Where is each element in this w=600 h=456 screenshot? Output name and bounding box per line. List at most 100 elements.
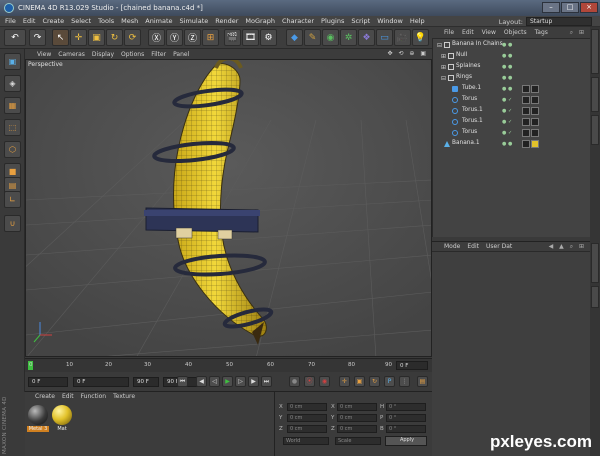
rotation-key-icon[interactable]: ↻ xyxy=(369,376,380,387)
rot-p-field[interactable]: 0 ° xyxy=(386,414,426,422)
menu-edit[interactable]: Edit xyxy=(23,17,36,25)
live-selection-icon[interactable]: ↖ xyxy=(52,29,69,46)
menu-select[interactable]: Select xyxy=(71,17,91,25)
go-to-start-icon[interactable]: ⏮ xyxy=(177,376,188,387)
camera-icon[interactable]: 🎥 xyxy=(394,29,411,46)
tab-content-browser[interactable] xyxy=(591,77,599,112)
axis-mode-icon[interactable]: ∟ xyxy=(4,191,21,208)
object-tags[interactable] xyxy=(522,118,539,126)
object-row[interactable]: Torus.1 ● ✓ xyxy=(433,107,591,116)
next-key-icon[interactable]: ▶ xyxy=(248,376,259,387)
object-row[interactable]: Torus ● ✓ xyxy=(433,129,591,138)
points-mode-icon[interactable]: ⬚ xyxy=(4,119,21,136)
perspective-viewport[interactable]: Perspective xyxy=(25,59,432,357)
object-tags[interactable] xyxy=(522,85,539,93)
model-mode-icon[interactable]: ◈ xyxy=(4,75,21,92)
visibility-dots[interactable]: ● ● xyxy=(502,64,512,70)
preview-min-field[interactable]: 0 F xyxy=(73,377,129,387)
material-tag-icon[interactable] xyxy=(531,118,539,126)
expand-icon[interactable]: ⊞ xyxy=(441,53,447,60)
texture-tag-icon[interactable] xyxy=(522,140,530,148)
preview-max-field[interactable]: 90 F xyxy=(133,377,159,387)
viewport-menu-panel[interactable]: Panel xyxy=(173,51,189,58)
material-mat[interactable]: Mat xyxy=(51,404,73,438)
scale-key-icon[interactable]: ▣ xyxy=(354,376,365,387)
menu-character[interactable]: Character xyxy=(282,17,314,25)
material-menu-texture[interactable]: Texture xyxy=(113,393,135,400)
start-frame-field[interactable]: 0 F xyxy=(28,377,68,387)
viewport-menu-view[interactable]: View xyxy=(37,51,51,58)
make-editable-icon[interactable]: ▣ xyxy=(4,53,21,70)
visibility-dots[interactable]: ● ✓ xyxy=(502,108,512,114)
record-icon[interactable]: ● xyxy=(289,376,300,387)
material-tag-icon[interactable] xyxy=(531,96,539,104)
undo-icon[interactable]: ↶ xyxy=(4,29,26,46)
parameter-key-icon[interactable]: P xyxy=(384,376,395,387)
visibility-dots[interactable]: ● ✓ xyxy=(502,97,512,103)
render-picture-viewer-icon[interactable]: 🎞 xyxy=(242,29,259,46)
position-key-icon[interactable]: ✛ xyxy=(339,376,350,387)
texture-tag-icon[interactable] xyxy=(522,118,530,126)
pos-x-field[interactable]: 0 cm xyxy=(287,403,327,411)
om-menu-view[interactable]: View xyxy=(482,29,496,36)
close-button[interactable]: × xyxy=(580,2,598,13)
timeline-ruler[interactable]: 0 10 20 30 40 50 60 70 80 90 0 F xyxy=(25,358,432,372)
visibility-dots[interactable]: ● ● xyxy=(502,141,512,147)
visibility-dots[interactable]: ● ● xyxy=(502,53,512,59)
scale-icon[interactable]: ▣ xyxy=(88,29,105,46)
cube-primitive-icon[interactable]: ◆ xyxy=(286,29,303,46)
am-menu-edit[interactable]: Edit xyxy=(467,243,479,250)
om-menu-edit[interactable]: Edit xyxy=(462,29,474,36)
menu-window[interactable]: Window xyxy=(377,17,403,25)
pos-y-field[interactable]: 0 cm xyxy=(287,414,327,422)
tab-layers[interactable] xyxy=(591,286,599,308)
material-metal3[interactable]: Metal 3 xyxy=(27,404,49,438)
edges-mode-icon[interactable]: ⬡ xyxy=(4,141,21,158)
maximize-button[interactable]: □ xyxy=(561,2,579,13)
subdivision-surface-icon[interactable]: ◉ xyxy=(322,29,339,46)
om-search-icons[interactable]: ⌕ ⊞ xyxy=(570,29,586,37)
pla-key-icon[interactable]: ⋮ xyxy=(399,376,410,387)
menu-tools[interactable]: Tools xyxy=(98,17,114,25)
render-view-icon[interactable]: 🎬 xyxy=(224,29,241,46)
pen-spline-icon[interactable]: ✎ xyxy=(304,29,321,46)
snap-icon[interactable]: ∪ xyxy=(4,215,21,232)
expand-icon[interactable]: ⊟ xyxy=(437,42,443,49)
material-menu-function[interactable]: Function xyxy=(81,393,107,400)
menu-create[interactable]: Create xyxy=(42,17,64,25)
tab-attributes[interactable] xyxy=(591,243,599,283)
om-menu-file[interactable]: File xyxy=(444,29,454,36)
viewport-menu-cameras[interactable]: Cameras xyxy=(58,51,85,58)
object-row[interactable]: Torus.1 ● ✓ xyxy=(433,118,591,127)
autokey-icon[interactable]: ◉ xyxy=(319,376,330,387)
am-navigation-icons[interactable]: ◀ ▲ ⌕ ⊞ xyxy=(549,243,586,251)
object-row[interactable]: ⊞ Splaines ● ● xyxy=(433,63,591,72)
current-frame-field[interactable]: 0 F xyxy=(396,361,428,370)
material-menu-create[interactable]: Create xyxy=(35,393,55,400)
recent-tool-icon[interactable]: ⟳ xyxy=(124,29,141,46)
texture-tag-icon[interactable] xyxy=(522,129,530,137)
timeline-window-icon[interactable]: ▤ xyxy=(417,376,428,387)
tab-objects[interactable] xyxy=(591,29,599,74)
layout-select[interactable]: Startup xyxy=(526,17,592,26)
coordinate-mode-select[interactable]: World xyxy=(283,437,329,445)
next-frame-icon[interactable]: ▷ xyxy=(235,376,246,387)
expand-icon[interactable]: ⊞ xyxy=(441,64,447,71)
previous-frame-icon[interactable]: ◁ xyxy=(209,376,220,387)
material-tag-icon[interactable] xyxy=(531,107,539,115)
menu-plugins[interactable]: Plugins xyxy=(321,17,344,25)
viewport-menu-display[interactable]: Display xyxy=(92,51,114,58)
texture-tag-icon[interactable] xyxy=(522,107,530,115)
object-row[interactable]: Torus ● ✓ xyxy=(433,96,591,105)
move-icon[interactable]: ✛ xyxy=(70,29,87,46)
object-row[interactable]: ⊟ Rings ● ● xyxy=(433,74,591,83)
object-row[interactable]: ⊞ Null ● ● xyxy=(433,52,591,61)
viewport-navigation-icons[interactable]: ✥ ⟲ ⊕ ▣ xyxy=(388,50,428,57)
y-axis-lock-icon[interactable]: Ⓨ xyxy=(166,29,183,46)
array-generator-icon[interactable]: ✲ xyxy=(340,29,357,46)
menu-mesh[interactable]: Mesh xyxy=(121,17,138,25)
expand-icon[interactable]: ⊟ xyxy=(441,75,447,82)
size-y-field[interactable]: 0 cm xyxy=(337,414,377,422)
menu-simulate[interactable]: Simulate xyxy=(180,17,209,25)
play-icon[interactable]: ▶ xyxy=(222,376,233,387)
